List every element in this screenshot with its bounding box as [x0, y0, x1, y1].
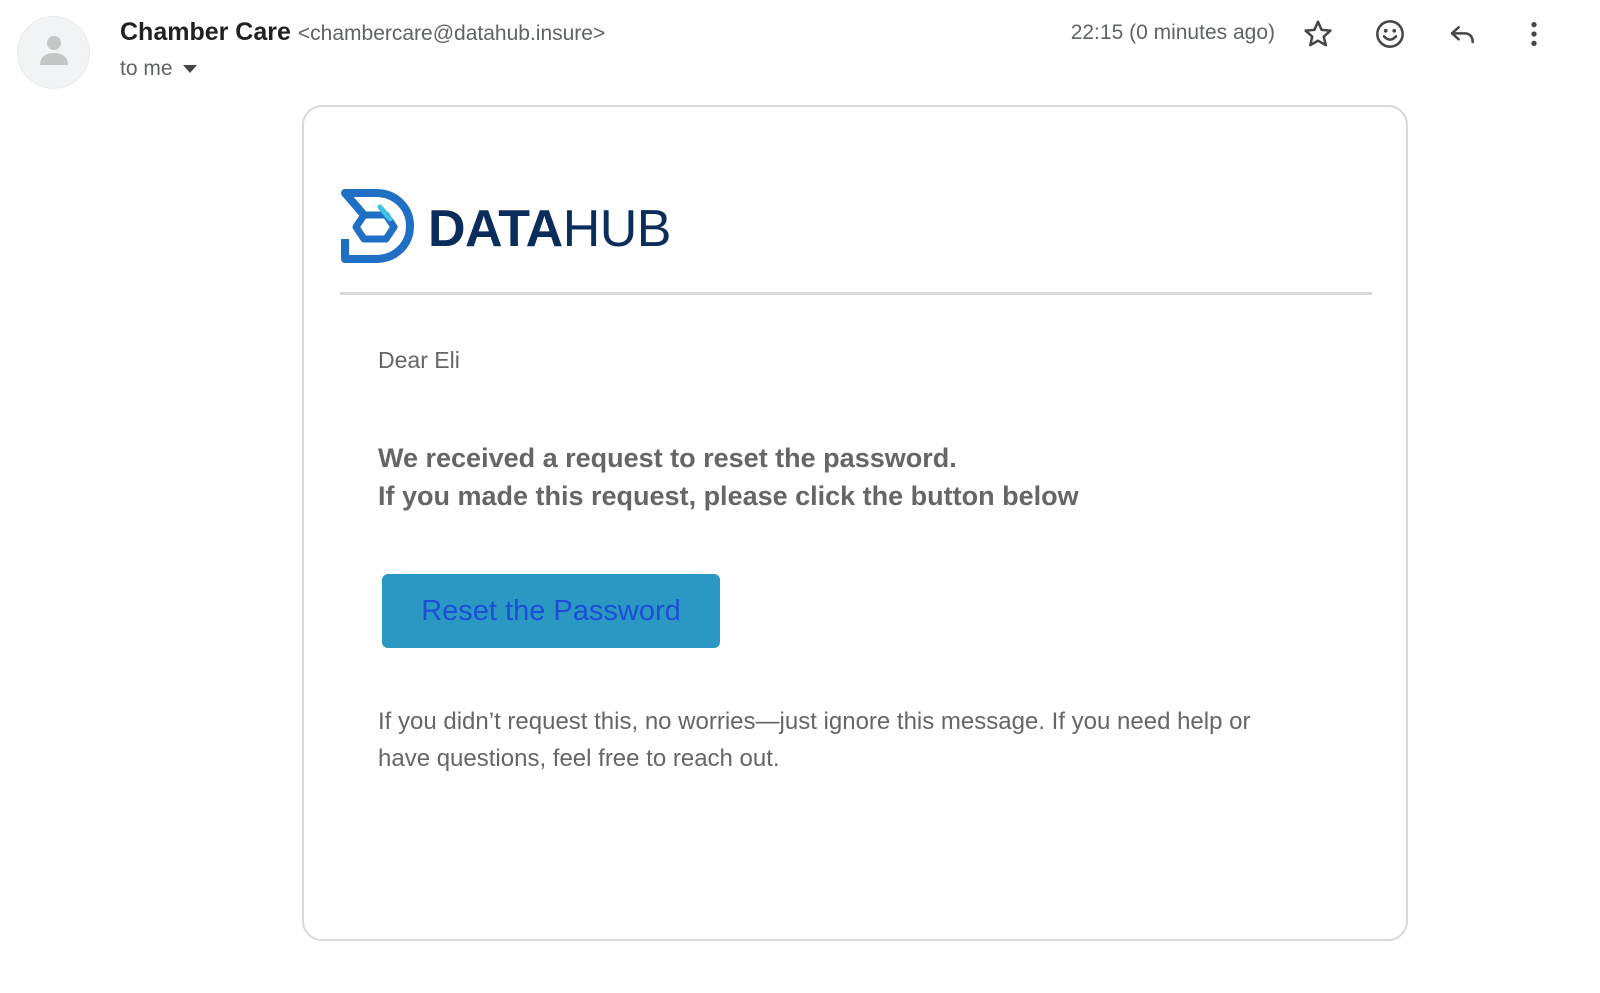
person-icon — [37, 32, 71, 73]
emoji-icon — [1374, 18, 1406, 55]
more-options-button[interactable] — [1512, 14, 1556, 58]
datahub-logo: DATAHUB — [340, 189, 672, 268]
sender-line: Chamber Care <chambercare@datahub.insure… — [120, 18, 605, 52]
disclaimer-line-2: have questions, feel free to reach out. — [378, 745, 780, 772]
reset-request-message: We received a request to reset the passw… — [378, 439, 1079, 515]
datahub-logo-wordmark: DATAHUB — [428, 199, 672, 258]
datahub-logo-mark-icon — [340, 189, 414, 268]
headline-line-2: If you made this request, please click t… — [378, 481, 1079, 511]
sender-name[interactable]: Chamber Care — [120, 18, 291, 47]
headline-line-1: We received a request to reset the passw… — [378, 443, 957, 473]
recipient-label: to me — [120, 57, 173, 80]
logo-word-bold: DATA — [428, 199, 563, 258]
email-timestamp: 22:15 (0 minutes ago) — [1070, 21, 1275, 44]
reply-button[interactable] — [1440, 14, 1484, 58]
disclaimer-message: If you didn’t request this, no worries—j… — [378, 703, 1368, 777]
logo-word-regular: HUB — [562, 199, 672, 258]
disclaimer-line-1: If you didn’t request this, no worries—j… — [378, 708, 1251, 735]
add-reaction-button[interactable] — [1368, 14, 1412, 58]
email-card: DATAHUB Dear Eli We received a request t… — [302, 105, 1408, 941]
star-icon — [1302, 18, 1334, 55]
header-divider — [340, 292, 1372, 295]
caret-down-icon — [182, 65, 197, 73]
reply-icon — [1446, 18, 1478, 55]
greeting: Dear Eli — [378, 347, 460, 373]
more-vertical-icon — [1518, 18, 1550, 55]
sender-email: <chambercare@datahub.insure> — [297, 22, 606, 45]
sender-avatar[interactable] — [17, 16, 90, 89]
recipient-details-toggle[interactable]: to me — [120, 57, 197, 81]
reset-password-button[interactable]: Reset the Password — [382, 574, 720, 648]
star-button[interactable] — [1296, 14, 1340, 58]
